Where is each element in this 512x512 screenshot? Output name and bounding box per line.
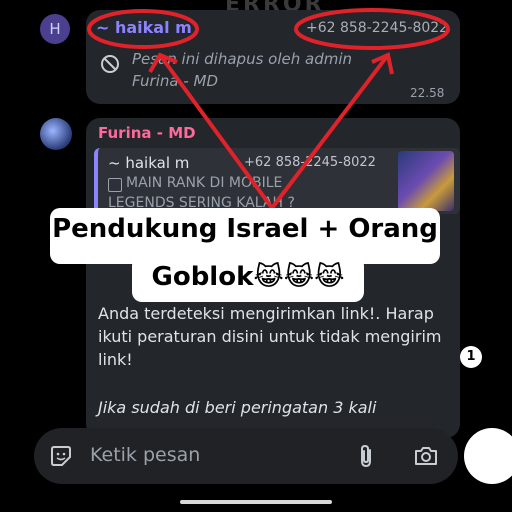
image-icon <box>108 178 122 192</box>
deleted-text: Pesan ini dihapus oleh admin <box>132 50 353 68</box>
quoted-line1: MAIN RANK DI MOBILE <box>126 175 283 191</box>
quoted-sender: ~ haikal m <box>108 154 190 172</box>
scroll-down-badge[interactable]: 1 <box>460 346 482 368</box>
deleted-by: Furina - MD <box>132 72 219 90</box>
avatar-letter: H <box>49 20 61 38</box>
sticker-icon[interactable] <box>48 443 74 469</box>
block-icon <box>100 54 120 74</box>
message-composer[interactable]: Ketik pesan <box>34 428 458 484</box>
send-button[interactable] <box>464 428 512 484</box>
quoted-message[interactable]: ~ haikal m +62 858-2245-8022 MAIN RANK D… <box>94 148 460 214</box>
caption-line2: Goblok😹😹😹 <box>151 262 345 292</box>
unread-count: 1 <box>466 349 476 364</box>
camera-icon[interactable] <box>412 443 440 469</box>
sender-name[interactable]: Furina - MD <box>98 124 196 142</box>
message-input[interactable]: Ketik pesan <box>90 444 200 466</box>
sender-phone: +62 858-2245-8022 <box>306 20 449 36</box>
caption-line1: Pendukung Israel + Orang <box>52 214 438 244</box>
bot-message-body: Anda terdeteksi mengirimkan link!. Harap… <box>98 304 442 369</box>
message-time: 22.58 <box>410 86 445 100</box>
avatar-furina[interactable] <box>40 118 72 150</box>
avatar[interactable]: H <box>40 14 70 44</box>
home-indicator <box>180 500 332 504</box>
quoted-phone: +62 858-2245-8022 <box>244 155 376 170</box>
attach-icon[interactable] <box>354 442 378 470</box>
message-bubble-deleted[interactable]: ~ haikal m +62 858-2245-8022 Pesan ini d… <box>86 10 460 104</box>
sender-name[interactable]: ~ haikal m <box>96 18 192 37</box>
bot-warning: Jika sudah di beri peringatan 3 kali <box>98 398 377 417</box>
quoted-thumbnail <box>398 151 454 211</box>
